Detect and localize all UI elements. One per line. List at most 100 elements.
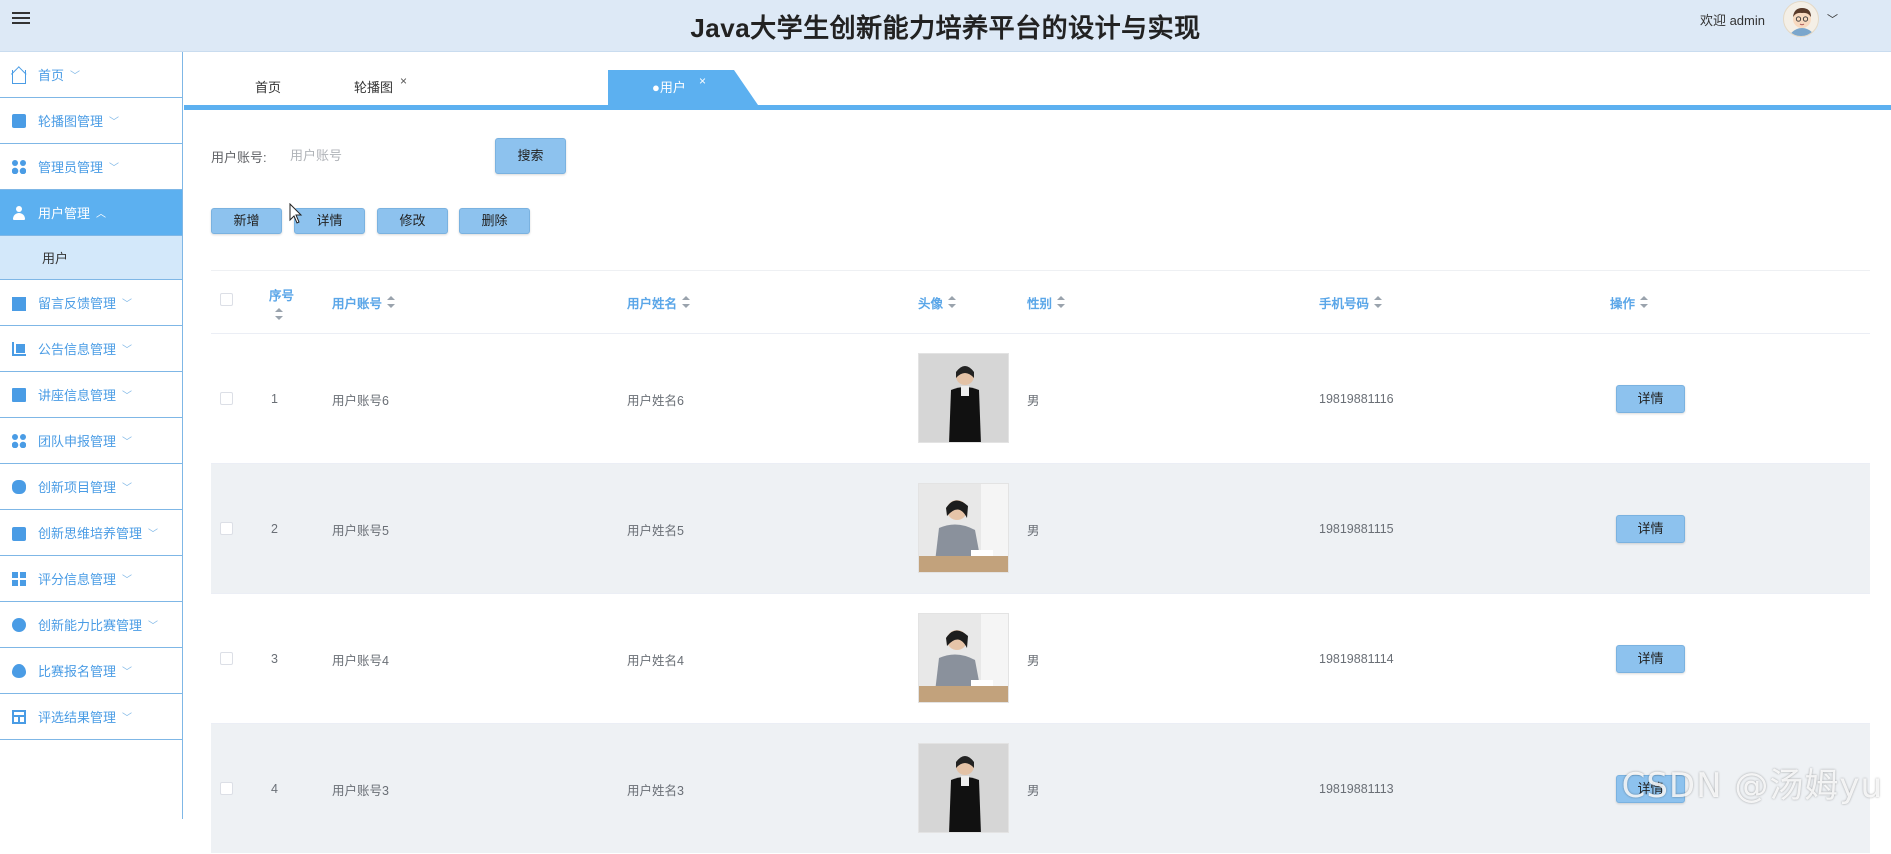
- chevron-down-icon: ﹀: [122, 709, 132, 724]
- sort-icon[interactable]: [275, 308, 283, 320]
- chevron-down-icon: ﹀: [122, 295, 132, 310]
- sort-icon[interactable]: [1374, 296, 1382, 308]
- delete-button[interactable]: 删除: [459, 208, 530, 234]
- table-row[interactable]: 1 用户账号6 用户姓名6 男 19819881116 详情: [211, 333, 1870, 463]
- user-avatar-photo: [918, 353, 1009, 443]
- chevron-up-icon: ︿: [96, 205, 106, 220]
- sidebar-item-feedback[interactable]: 留言反馈管理 ﹀: [0, 280, 182, 326]
- search-input[interactable]: [290, 140, 480, 170]
- tiles-icon: [12, 572, 26, 586]
- row-checkbox[interactable]: [220, 782, 233, 795]
- chevron-down-icon: ﹀: [122, 387, 132, 402]
- cell-gender: 男: [1027, 464, 1040, 594]
- row-checkbox[interactable]: [220, 392, 233, 405]
- column-header-phone[interactable]: 手机号码: [1319, 271, 1382, 333]
- sidebar-item-admins[interactable]: 管理员管理 ﹀: [0, 144, 182, 190]
- user-menu-chevron-icon[interactable]: ﹀: [1827, 11, 1838, 27]
- sidebar-item-home[interactable]: 首页﹀: [0, 52, 182, 98]
- sidebar-item-notices[interactable]: 公告信息管理﹀: [0, 326, 182, 372]
- table-row[interactable]: 3 用户账号4 用户姓名4 男 19819881114 详情: [211, 593, 1870, 723]
- chevron-down-icon: ﹀: [148, 525, 158, 540]
- sidebar-item-label: 管理员管理: [38, 157, 103, 176]
- watermark: CSDN @汤姆yu: [1622, 758, 1883, 807]
- column-header-gender[interactable]: 性别: [1027, 271, 1065, 333]
- cell-seq: 4: [271, 724, 278, 854]
- cell-phone: 19819881116: [1319, 334, 1394, 464]
- sidebar-subitem-user[interactable]: 用户: [0, 236, 182, 280]
- briefcase-icon: [12, 114, 26, 128]
- cell-account: 用户账号4: [332, 594, 389, 724]
- sidebar-item-scores[interactable]: 评分信息管理 ﹀: [0, 556, 182, 602]
- sort-icon[interactable]: [387, 296, 395, 308]
- chevron-down-icon: ﹀: [122, 571, 132, 586]
- cell-phone: 19819881115: [1319, 464, 1394, 594]
- close-icon[interactable]: ×: [400, 64, 407, 99]
- close-icon[interactable]: ×: [699, 64, 706, 99]
- sidebar-item-projects[interactable]: 创新项目管理﹀: [0, 464, 182, 510]
- tab-home[interactable]: 首页: [255, 70, 281, 105]
- sidebar-item-label: 留言反馈管理: [38, 293, 116, 312]
- sidebar-item-lectures[interactable]: 讲座信息管理﹀: [0, 372, 182, 418]
- sidebar-item-teams[interactable]: 团队申报管理﹀: [0, 418, 182, 464]
- user-avatar-photo: [918, 613, 1009, 703]
- mouse-icon: [12, 480, 26, 494]
- row-detail-button[interactable]: 详情: [1616, 645, 1685, 673]
- monitor-icon: [12, 297, 26, 311]
- sort-icon[interactable]: [1057, 296, 1065, 308]
- chevron-down-icon: ﹀: [122, 479, 132, 494]
- image-icon: [12, 388, 26, 402]
- table-row[interactable]: 2 用户账号5 用户姓名5 男 19819881115 详情: [211, 463, 1870, 593]
- sidebar-item-registration[interactable]: 比赛报名管理﹀: [0, 648, 182, 694]
- row-detail-button[interactable]: 详情: [1616, 515, 1685, 543]
- compass-icon: [12, 618, 26, 632]
- search-button[interactable]: 搜索: [495, 138, 566, 174]
- cell-account: 用户账号5: [332, 464, 389, 594]
- row-checkbox[interactable]: [220, 652, 233, 665]
- chevron-down-icon: ﹀: [70, 67, 80, 82]
- sort-icon[interactable]: [1640, 296, 1648, 308]
- select-all-checkbox[interactable]: [220, 293, 233, 306]
- sidebar-item-label: 轮播图管理: [38, 111, 103, 130]
- chevron-down-icon: ﹀: [109, 113, 119, 128]
- sidebar-item-competitions[interactable]: 创新能力比赛管理﹀: [0, 602, 182, 648]
- column-header-account[interactable]: 用户账号: [332, 271, 395, 333]
- chevron-down-icon: ﹀: [148, 617, 158, 632]
- sort-icon[interactable]: [948, 296, 956, 308]
- mail-icon: [12, 527, 26, 541]
- column-header-ops[interactable]: 操作: [1610, 271, 1648, 333]
- avatar[interactable]: [1783, 1, 1819, 37]
- cell-account: 用户账号6: [332, 334, 389, 464]
- user-avatar-photo: [918, 483, 1009, 573]
- tab-label: ●用户: [652, 70, 686, 105]
- column-label: 头像: [918, 293, 943, 312]
- tab-label: 轮播图: [354, 80, 393, 95]
- cell-gender: 男: [1027, 594, 1040, 724]
- sidebar-item-label: 比赛报名管理: [38, 661, 116, 680]
- detail-button[interactable]: 详情: [294, 208, 365, 234]
- sidebar-item-results[interactable]: 评选结果管理﹀: [0, 694, 182, 740]
- sidebar-item-users[interactable]: 用户管理︿: [0, 190, 182, 236]
- edit-button[interactable]: 修改: [377, 208, 448, 234]
- sidebar-item-label: 评分信息管理: [38, 569, 116, 588]
- tab-users[interactable]: ●用户 ×: [608, 70, 758, 105]
- row-detail-button[interactable]: 详情: [1616, 385, 1685, 413]
- sort-icon[interactable]: [682, 296, 690, 308]
- tab-carousel[interactable]: 轮播图×: [354, 70, 393, 105]
- column-header-avatar[interactable]: 头像: [918, 271, 956, 333]
- row-checkbox[interactable]: [220, 522, 233, 535]
- table-header: 序号 用户账号 用户姓名 头像 性别 手机号码 操作: [211, 271, 1870, 333]
- chevron-down-icon: ﹀: [109, 159, 119, 174]
- sidebar-item-thinking[interactable]: 创新思维培养管理﹀: [0, 510, 182, 556]
- column-label: 序号: [269, 285, 294, 304]
- sidebar-item-label: 团队申报管理: [38, 431, 116, 450]
- cell-account: 用户账号3: [332, 724, 389, 854]
- cell-gender: 男: [1027, 724, 1040, 854]
- column-header-name[interactable]: 用户姓名: [627, 271, 690, 333]
- user-avatar-photo: [918, 743, 1009, 833]
- cell-name: 用户姓名3: [627, 724, 684, 854]
- cell-seq: 2: [271, 464, 278, 594]
- add-button[interactable]: 新增: [211, 208, 282, 234]
- sidebar-item-carousel[interactable]: 轮播图管理 ﹀: [0, 98, 182, 144]
- grid-icon: [12, 434, 26, 448]
- column-header-seq[interactable]: 序号: [269, 271, 294, 333]
